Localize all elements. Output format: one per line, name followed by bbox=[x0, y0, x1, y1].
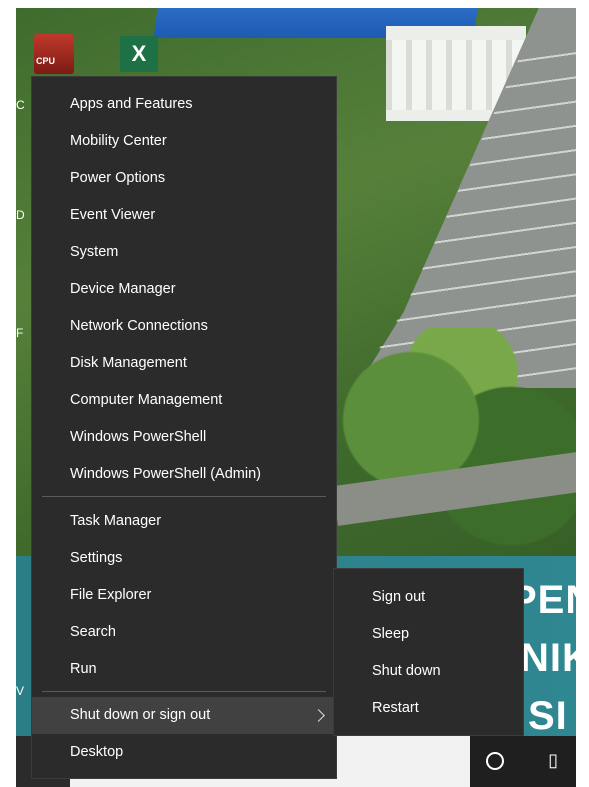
menu-item-mobility-center[interactable]: Mobility Center bbox=[32, 123, 336, 160]
menu-item-device-manager[interactable]: Device Manager bbox=[32, 271, 336, 308]
menu-item-power-options[interactable]: Power Options bbox=[32, 160, 336, 197]
menu-item-system[interactable]: System bbox=[32, 234, 336, 271]
menu-item-desktop[interactable]: Desktop bbox=[32, 734, 336, 771]
menu-item-label: Shut down or sign out bbox=[70, 707, 211, 723]
excel-icon[interactable]: X bbox=[120, 36, 158, 72]
submenu-item-restart[interactable]: Restart bbox=[334, 690, 523, 727]
menu-item-windows-powershell[interactable]: Windows PowerShell bbox=[32, 419, 336, 456]
menu-item-event-viewer[interactable]: Event Viewer bbox=[32, 197, 336, 234]
menu-item-network-connections[interactable]: Network Connections bbox=[32, 308, 336, 345]
menu-item-search[interactable]: Search bbox=[32, 614, 336, 651]
banner-text-line-2: NIK bbox=[520, 636, 576, 680]
desktop-icon-label-fragment: C bbox=[16, 98, 25, 112]
menu-item-run[interactable]: Run bbox=[32, 651, 336, 688]
submenu-item-sign-out[interactable]: Sign out bbox=[334, 579, 523, 616]
cortana-circle-icon[interactable] bbox=[486, 752, 504, 770]
menu-item-computer-management[interactable]: Computer Management bbox=[32, 382, 336, 419]
desktop-icon-label-fragment: D bbox=[16, 208, 25, 222]
chevron-right-icon bbox=[312, 697, 326, 734]
taskbar-tray: ▯ bbox=[470, 736, 576, 787]
menu-item-file-explorer[interactable]: File Explorer bbox=[32, 577, 336, 614]
menu-item-apps-and-features[interactable]: Apps and Features bbox=[32, 86, 336, 123]
task-view-icon[interactable]: ▯ bbox=[548, 750, 558, 771]
menu-separator bbox=[42, 496, 326, 497]
menu-item-shut-down-or-sign-out[interactable]: Shut down or sign out bbox=[32, 697, 336, 734]
wallpaper-trees bbox=[336, 328, 576, 558]
menu-item-settings[interactable]: Settings bbox=[32, 540, 336, 577]
shutdown-submenu: Sign out Sleep Shut down Restart bbox=[333, 568, 524, 736]
submenu-item-shut-down[interactable]: Shut down bbox=[334, 653, 523, 690]
submenu-item-sleep[interactable]: Sleep bbox=[334, 616, 523, 653]
winx-context-menu: Apps and Features Mobility Center Power … bbox=[31, 76, 337, 779]
desktop-icon-label-fragment: V bbox=[16, 684, 25, 698]
desktop-icon-label-fragment: F bbox=[16, 326, 24, 340]
menu-separator bbox=[42, 691, 326, 692]
menu-item-disk-management[interactable]: Disk Management bbox=[32, 345, 336, 382]
menu-item-task-manager[interactable]: Task Manager bbox=[32, 503, 336, 540]
menu-item-windows-powershell-admin[interactable]: Windows PowerShell (Admin) bbox=[32, 456, 336, 493]
cpu-z-icon[interactable] bbox=[34, 34, 74, 74]
